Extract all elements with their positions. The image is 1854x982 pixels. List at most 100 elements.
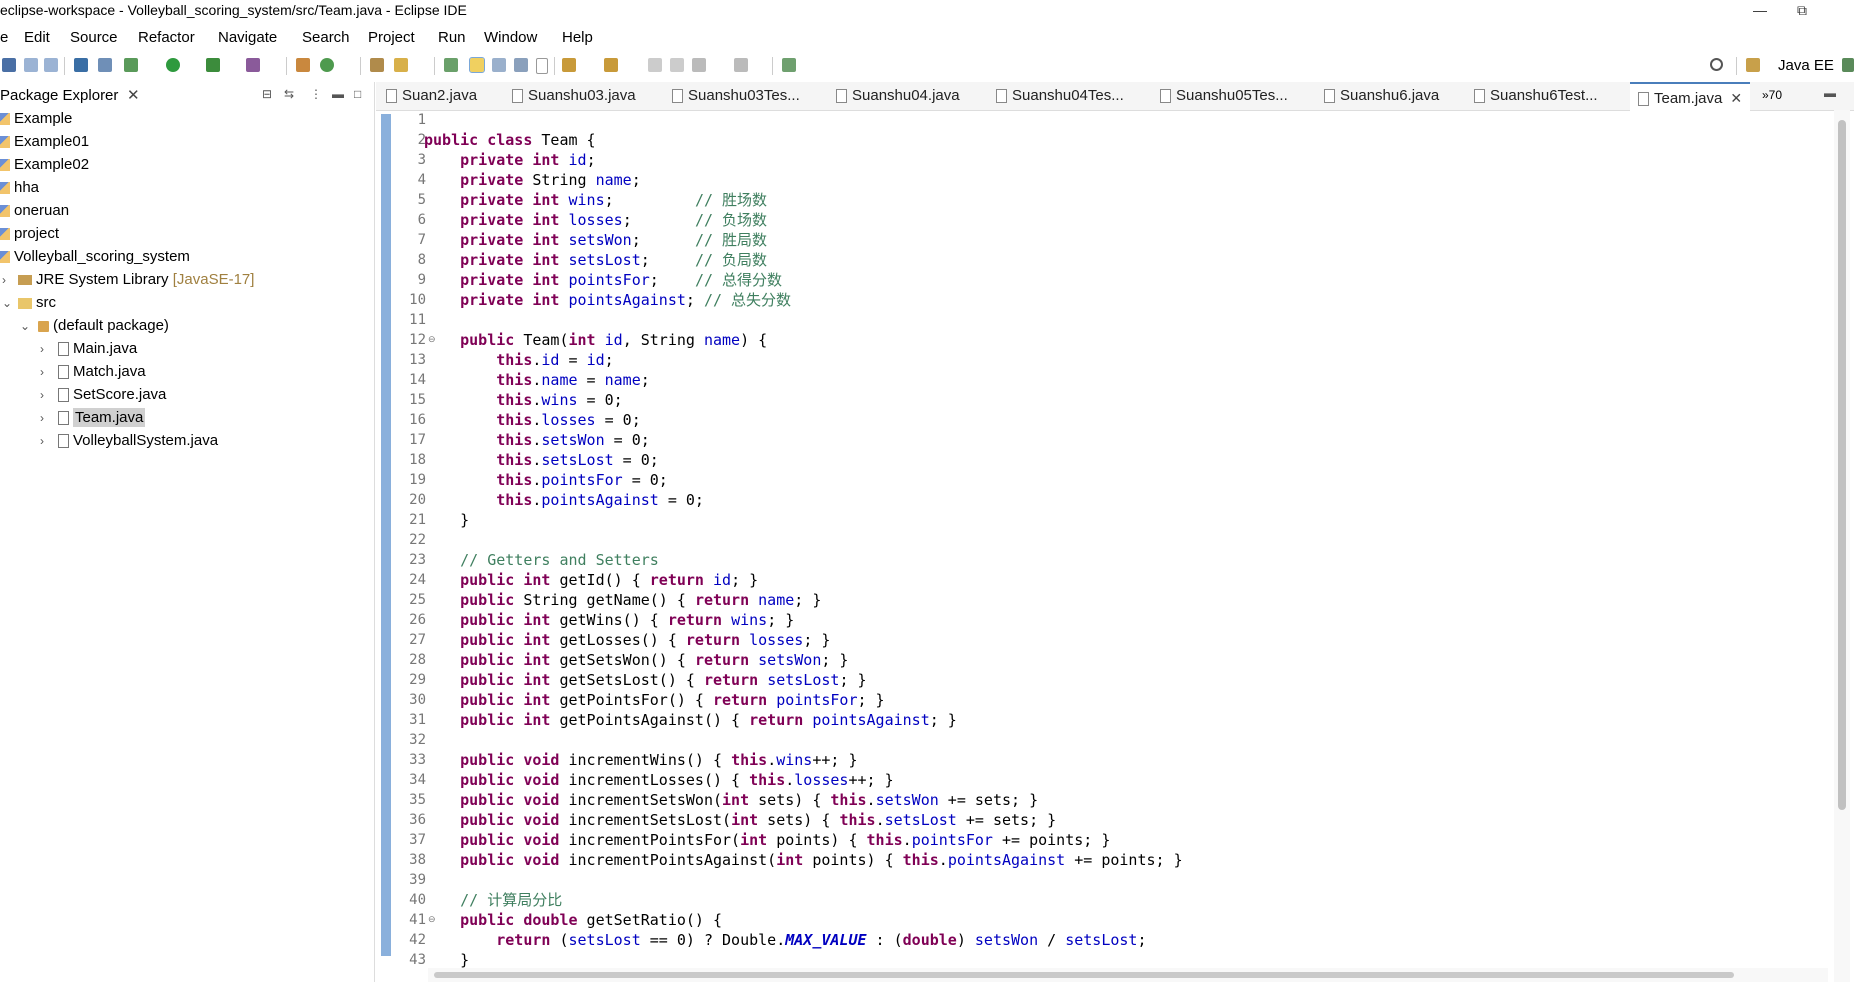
tree-project-volleyball[interactable]: Volleyball_scoring_system (0, 246, 190, 268)
view-menu-icon[interactable]: ⋮ (310, 87, 322, 101)
back-icon[interactable] (692, 58, 706, 72)
code-line[interactable]: public void incrementPointsAgainst(int p… (424, 850, 1183, 870)
forward-edit-icon[interactable] (670, 58, 684, 72)
menu-run[interactable]: Run (438, 29, 466, 46)
code-line[interactable]: private int id; (424, 150, 595, 170)
menu-navigate[interactable]: Navigate (218, 29, 277, 46)
code-line[interactable]: public void incrementSetsWon(int sets) {… (424, 790, 1038, 810)
code-line[interactable]: this.name = name; (424, 370, 650, 390)
new-java-package-icon[interactable] (296, 58, 310, 72)
menu-search[interactable]: Search (302, 29, 350, 46)
code-line[interactable]: public int getWins() { return wins; } (424, 610, 794, 630)
tree-file-main[interactable]: Main.java (58, 338, 137, 360)
menu-refactor[interactable]: Refactor (138, 29, 195, 46)
code-line[interactable]: private int pointsFor; // 总得分数 (424, 270, 782, 290)
code-line[interactable]: // Getters and Setters (424, 550, 659, 570)
menu-file[interactable]: e (0, 29, 8, 46)
debug-icon[interactable] (124, 58, 138, 72)
code-line[interactable]: public int getLosses() { return losses; … (424, 630, 830, 650)
code-line[interactable]: public void incrementPointsFor(int point… (424, 830, 1110, 850)
menu-project[interactable]: Project (368, 29, 415, 46)
code-line[interactable]: this.setsLost = 0; (424, 450, 659, 470)
tab-suanshu6[interactable]: Suanshu6.java (1324, 82, 1439, 110)
code-line[interactable]: public int getSetsWon() { return setsWon… (424, 650, 848, 670)
chevron-right-icon[interactable]: › (40, 407, 52, 429)
tree-project-example01[interactable]: Example01 (0, 131, 89, 153)
minimize-view-icon[interactable]: ▬ (332, 87, 344, 101)
next-annotation-icon[interactable] (562, 58, 576, 72)
code-line[interactable]: private int pointsAgainst; // 总失分数 (424, 290, 791, 310)
perspective-java-ee[interactable]: Java EE (1778, 57, 1834, 74)
tree-project-project[interactable]: project (0, 223, 59, 245)
scrollbar-thumb[interactable] (1838, 120, 1846, 810)
toggle-mark-icon[interactable] (444, 58, 458, 72)
chevron-right-icon[interactable]: › (2, 269, 14, 291)
code-line[interactable]: this.id = id; (424, 350, 613, 370)
menu-edit[interactable]: Edit (24, 29, 50, 46)
code-line[interactable]: return (setsLost == 0) ? Double.MAX_VALU… (424, 930, 1146, 950)
search-icon[interactable] (1710, 58, 1723, 71)
tree-file-team[interactable]: Team.java (58, 407, 146, 429)
external-tools-icon[interactable] (246, 58, 260, 72)
tab-suanshu03test[interactable]: Suanshu03Tes... (672, 82, 800, 110)
tree-src-folder[interactable]: src (18, 292, 56, 314)
tab-suan2[interactable]: Suan2.java (386, 82, 477, 110)
maximize-view-icon[interactable]: □ (354, 87, 361, 101)
tab-suanshu04[interactable]: Suanshu04.java (836, 82, 960, 110)
menu-source[interactable]: Source (70, 29, 118, 46)
search-tool-icon[interactable] (394, 58, 408, 72)
save-icon[interactable] (24, 58, 38, 72)
link-editor-icon[interactable]: ⇆ (284, 87, 294, 101)
code-line[interactable]: public int getSetsLost() { return setsLo… (424, 670, 866, 690)
code-line[interactable]: public int getPointsAgainst() { return p… (424, 710, 957, 730)
vertical-scrollbar[interactable] (1834, 110, 1850, 982)
tree-project-hha[interactable]: hha (0, 177, 39, 199)
tree-project-example02[interactable]: Example02 (0, 154, 89, 176)
code-line[interactable]: this.pointsFor = 0; (424, 470, 668, 490)
code-line[interactable]: private int losses; // 负场数 (424, 210, 767, 230)
menu-help[interactable]: Help (562, 29, 593, 46)
code-line[interactable]: private int setsWon; // 胜局数 (424, 230, 767, 250)
menu-window[interactable]: Window (484, 29, 537, 46)
code-line[interactable]: public int getId() { return id; } (424, 570, 758, 590)
minimize-button[interactable]: — (1740, 0, 1780, 22)
close-icon[interactable]: ✕ (1730, 90, 1742, 106)
tree-file-volleyballsystem[interactable]: VolleyballSystem.java (58, 430, 218, 452)
scrollbar-thumb[interactable] (434, 972, 1734, 978)
new-icon[interactable] (2, 58, 16, 72)
code-line[interactable]: public String getName() { return name; } (424, 590, 821, 610)
code-line[interactable]: this.pointsAgainst = 0; (424, 490, 704, 510)
tree-file-setscore[interactable]: SetScore.java (58, 384, 166, 406)
code-line[interactable]: this.wins = 0; (424, 390, 622, 410)
last-edit-icon[interactable] (648, 58, 662, 72)
run-icon[interactable] (166, 58, 180, 72)
highlight-occurrences-icon[interactable] (469, 57, 485, 73)
coverage-icon[interactable] (206, 58, 220, 72)
code-line[interactable]: private int setsLost; // 负局数 (424, 250, 767, 270)
terminal-icon[interactable] (74, 58, 88, 72)
code-line[interactable]: public int getPointsFor() { return point… (424, 690, 884, 710)
save-all-icon[interactable] (44, 58, 58, 72)
chevron-right-icon[interactable]: › (40, 384, 52, 406)
chevron-right-icon[interactable]: › (40, 430, 52, 452)
code-line[interactable]: // 计算局分比 (424, 890, 562, 910)
pilcrow-icon[interactable] (536, 58, 548, 74)
new-java-class-icon[interactable] (320, 58, 334, 72)
tab-team[interactable]: Team.java ✕ (1630, 82, 1751, 112)
tab-suanshu04test[interactable]: Suanshu04Tes... (996, 82, 1124, 110)
code-line[interactable]: public void incrementLosses() { this.los… (424, 770, 894, 790)
chevron-down-icon[interactable]: ⌄ (20, 315, 32, 337)
minimize-editor-icon[interactable]: ▬ (1824, 86, 1836, 100)
tree-file-match[interactable]: Match.java (58, 361, 146, 383)
pin-editor-icon[interactable] (782, 58, 796, 72)
previous-annotation-icon[interactable] (604, 58, 618, 72)
restore-button[interactable]: ⧉ (1782, 0, 1822, 22)
tree-project-oneruan[interactable]: oneruan (0, 200, 69, 222)
tab-suanshu05test[interactable]: Suanshu05Tes... (1160, 82, 1288, 110)
chevron-right-icon[interactable]: › (40, 338, 52, 360)
code-line[interactable]: this.losses = 0; (424, 410, 641, 430)
code-line[interactable]: public void incrementWins() { this.wins+… (424, 750, 857, 770)
code-line[interactable]: this.setsWon = 0; (424, 430, 650, 450)
java-perspective-icon[interactable] (1842, 58, 1854, 72)
code-line[interactable]: } (424, 510, 469, 530)
